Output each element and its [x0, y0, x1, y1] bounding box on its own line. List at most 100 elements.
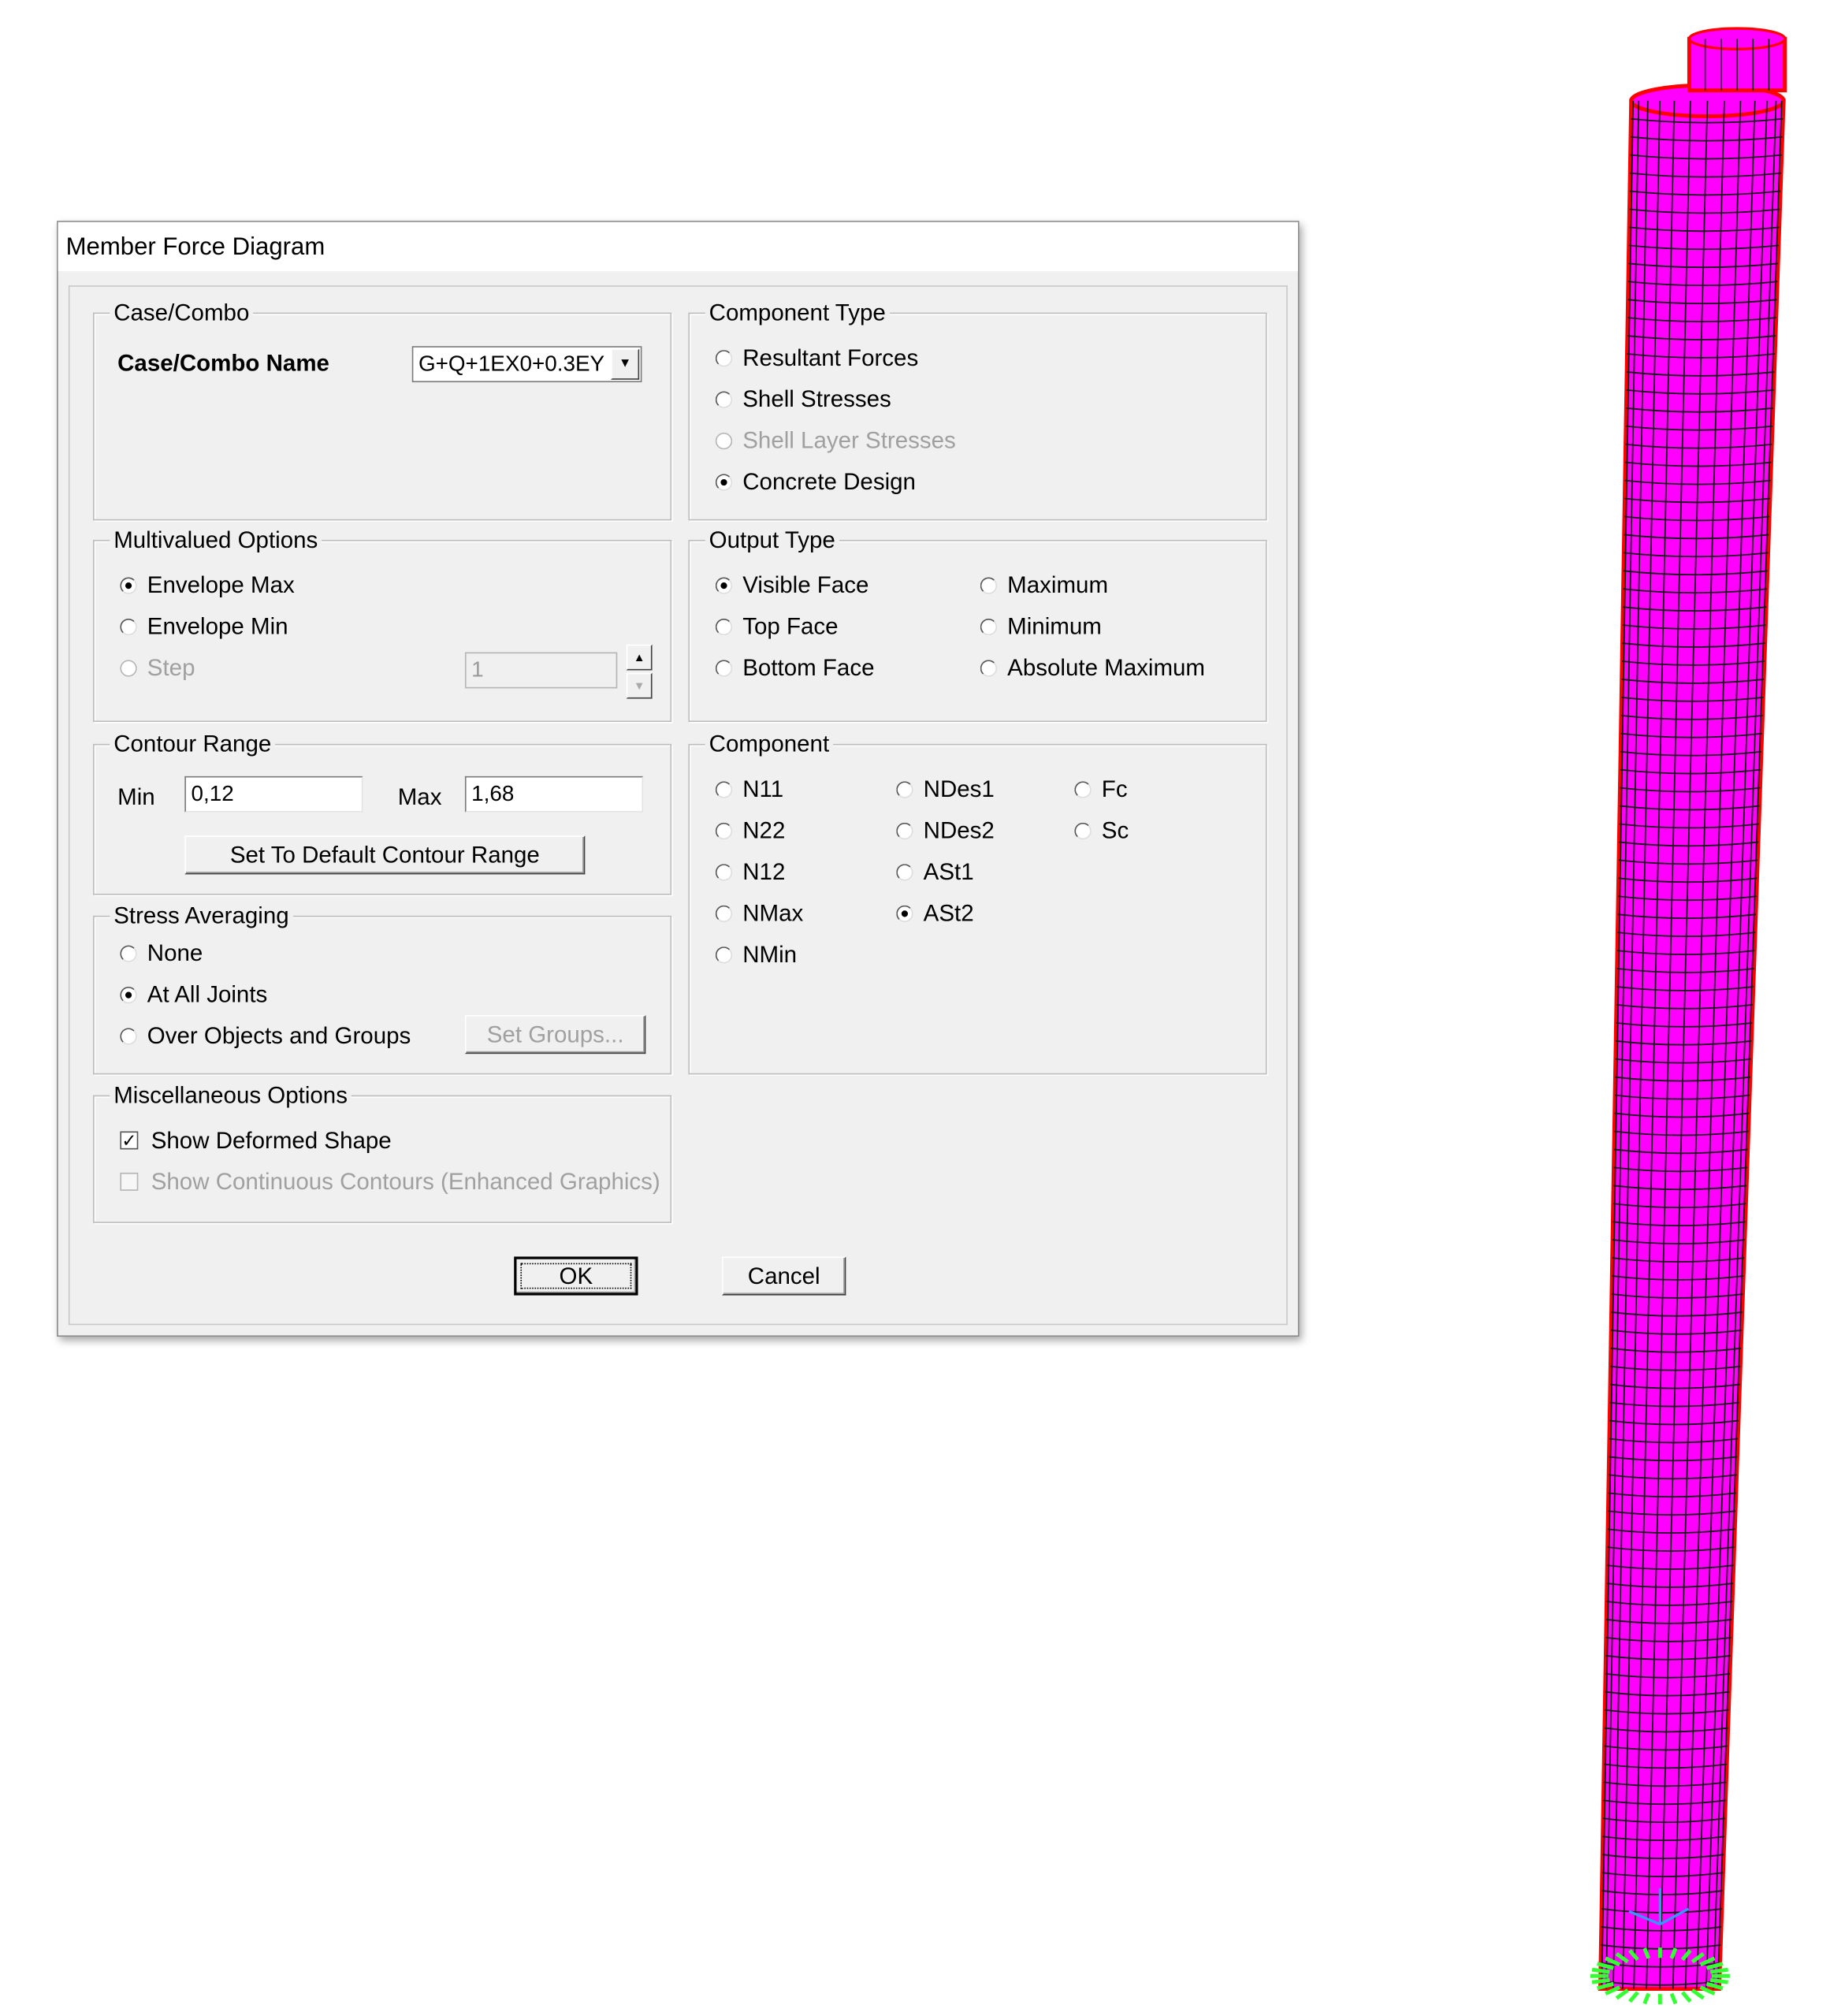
radio-label: NMax: [742, 899, 804, 926]
radio-label: At All Joints: [147, 980, 268, 1007]
radio-label: Absolute Maximum: [1007, 654, 1206, 680]
radio-label: Top Face: [742, 612, 839, 639]
spin-up-icon: ▲: [626, 644, 653, 671]
radio-at-all-joints[interactable]: At All Joints: [120, 979, 267, 1010]
radio-label: N11: [742, 776, 784, 802]
cancel-button[interactable]: Cancel: [722, 1256, 846, 1296]
misc-options-group: Miscellaneous Options ✓ Show Deformed Sh…: [92, 1081, 672, 1223]
case-combo-legend: Case/Combo: [110, 298, 254, 327]
checkbox-show-deformed[interactable]: ✓ Show Deformed Shape: [120, 1125, 392, 1155]
radio-indicator: [715, 822, 733, 839]
radio-none[interactable]: None: [120, 938, 203, 969]
set-default-contour-range-button[interactable]: Set To Default Contour Range: [184, 835, 586, 875]
radio-ast2[interactable]: ASt2: [896, 898, 974, 928]
radio-label: Envelope Max: [147, 571, 295, 597]
support-mark: [1615, 1988, 1629, 2000]
radio-label: Fc: [1101, 776, 1128, 802]
radio-label: Over Objects and Groups: [147, 1022, 411, 1048]
support-mark: [1642, 1992, 1651, 2005]
radio-nmax[interactable]: NMax: [715, 898, 804, 928]
radio-indicator: [715, 473, 733, 490]
radio-fc[interactable]: Fc: [1074, 774, 1128, 805]
radio-label: NMin: [742, 940, 798, 967]
support-mark: [1691, 1988, 1705, 2000]
stress-averaging-group: Stress Averaging None At All Joints Over…: [92, 901, 672, 1075]
case-combo-name-label: Case/Combo Name: [117, 350, 329, 376]
radio-n11[interactable]: N11: [715, 774, 784, 805]
case-combo-select[interactable]: G+Q+1EX0+0.3EY ▼: [411, 346, 642, 383]
radio-shell-stresses[interactable]: Shell Stresses: [715, 384, 891, 415]
radio-indicator: [896, 780, 913, 798]
radio-indicator: [715, 946, 733, 963]
support-mark: [1709, 1967, 1728, 1974]
multivalued-options-group: Multivalued Options Envelope Max Envelop…: [92, 525, 672, 723]
set-groups-button: Set Groups...: [464, 1015, 646, 1054]
radio-label: Shell Layer Stresses: [742, 426, 956, 453]
max-input[interactable]: 1,68: [464, 776, 644, 813]
checkbox-label: Show Deformed Shape: [151, 1126, 392, 1153]
radio-label: Visible Face: [742, 571, 869, 597]
radio-over-objects-groups[interactable]: Over Objects and Groups: [120, 1021, 411, 1051]
radio-visible-face[interactable]: Visible Face: [715, 570, 869, 601]
radio-label: Concrete Design: [742, 468, 916, 494]
radio-indicator: [120, 576, 137, 593]
contour-range-legend: Contour Range: [110, 729, 276, 758]
contour-range-group: Contour Range Min 0,12 Max 1,68 Set To D…: [92, 729, 672, 895]
radio-indicator: [980, 618, 998, 635]
dialog-client: Case/Combo Case/Combo Name G+Q+1EX0+0.3E…: [68, 285, 1288, 1326]
radio-minimum[interactable]: Minimum: [980, 611, 1102, 642]
case-combo-value: G+Q+1EX0+0.3EY: [418, 351, 605, 376]
support-mark: [1591, 1977, 1610, 1984]
stress-averaging-legend: Stress Averaging: [110, 901, 293, 930]
application-canvas: Member Force Diagram Case/Combo Case/Com…: [0, 0, 1830, 2016]
radio-absolute-maximum[interactable]: Absolute Maximum: [980, 653, 1205, 683]
radio-label: Minimum: [1007, 612, 1102, 639]
radio-resultant-forces[interactable]: Resultant Forces: [715, 342, 919, 373]
misc-legend: Miscellaneous Options: [110, 1081, 351, 1110]
radio-indicator: [896, 822, 913, 839]
checkbox-show-continuous: Show Continuous Contours (Enhanced Graph…: [120, 1166, 660, 1197]
min-input[interactable]: 0,12: [184, 776, 363, 813]
radio-label: ASt2: [923, 899, 974, 926]
radio-n12[interactable]: N12: [715, 856, 785, 887]
support-mark: [1591, 1967, 1610, 1974]
radio-label: N22: [742, 816, 786, 843]
radio-ast1[interactable]: ASt1: [896, 856, 974, 887]
radio-indicator: [120, 659, 137, 676]
component-group: Component N11 N22 N12 NMax NMin NDes1 ND…: [688, 729, 1267, 1075]
radio-nmin[interactable]: NMin: [715, 939, 798, 969]
radio-indicator: [715, 863, 733, 880]
title-bar[interactable]: Member Force Diagram: [58, 221, 1298, 272]
multivalued-legend: Multivalued Options: [110, 525, 322, 555]
radio-envelope-min[interactable]: Envelope Min: [120, 611, 288, 642]
radio-label: Maximum: [1007, 571, 1109, 597]
radio-sc[interactable]: Sc: [1074, 815, 1129, 846]
radio-envelope-max[interactable]: Envelope Max: [120, 570, 295, 601]
radio-indicator: [120, 944, 137, 962]
radio-top-face[interactable]: Top Face: [715, 611, 839, 642]
check-icon: ✓: [120, 1129, 139, 1151]
radio-ndes1[interactable]: NDes1: [896, 774, 995, 805]
ok-button[interactable]: OK: [514, 1256, 638, 1296]
radio-maximum[interactable]: Maximum: [980, 570, 1108, 601]
radio-label: Resultant Forces: [742, 344, 919, 370]
radio-concrete-design[interactable]: Concrete Design: [715, 467, 916, 497]
radio-indicator: [120, 618, 137, 635]
radio-ndes2[interactable]: NDes2: [896, 815, 995, 846]
max-label: Max: [397, 783, 442, 810]
checkbox-box: [120, 1172, 139, 1191]
radio-bottom-face[interactable]: Bottom Face: [715, 653, 875, 683]
radio-indicator: [715, 576, 733, 593]
chevron-down-icon[interactable]: ▼: [611, 348, 640, 380]
component-type-legend: Component Type: [705, 298, 890, 327]
case-combo-group: Case/Combo Case/Combo Name G+Q+1EX0+0.3E…: [92, 298, 672, 521]
radio-indicator: [896, 904, 913, 922]
radio-n22[interactable]: N22: [715, 815, 786, 846]
member-force-diagram-dialog: Member Force Diagram Case/Combo Case/Com…: [57, 221, 1300, 1337]
radio-indicator: [980, 576, 998, 593]
support-mark: [1669, 1992, 1678, 2005]
support-mark: [1709, 1977, 1728, 1984]
min-label: Min: [117, 783, 155, 810]
radio-indicator: [980, 659, 998, 676]
radio-label: Bottom Face: [742, 654, 875, 680]
